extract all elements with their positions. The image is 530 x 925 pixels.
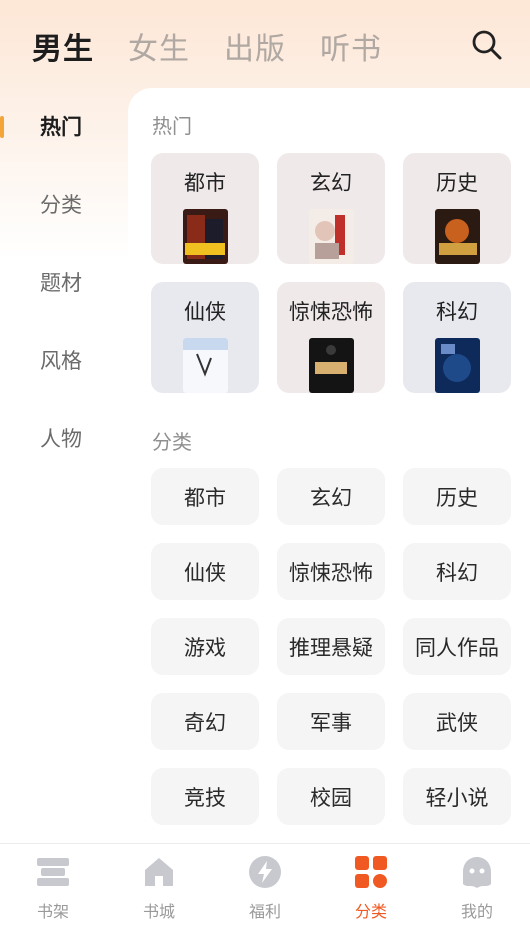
category-button-game[interactable]: 游戏 [151, 618, 259, 675]
hot-card-label: 科幻 [436, 300, 478, 324]
category-button-military[interactable]: 军事 [277, 693, 385, 750]
sidebar-item-label: 题材 [40, 271, 82, 295]
nav-label: 分类 [354, 902, 387, 921]
hot-card-history[interactable]: 历史 [403, 153, 511, 264]
nav-bookstore[interactable]: 书城 [106, 844, 212, 925]
nav-bookshelf[interactable]: 书架 [0, 844, 106, 925]
hot-card-xianxia[interactable]: 仙侠 [151, 282, 259, 393]
section-title-hot: 热门 [152, 114, 192, 138]
category-button-magic[interactable]: 奇幻 [151, 693, 259, 750]
book-cover-image [183, 209, 228, 264]
top-tab-bar: 男生 女生 出版 听书 [0, 0, 530, 90]
hot-card-label: 历史 [436, 171, 478, 195]
hot-card-scifi[interactable]: 科幻 [403, 282, 511, 393]
category-button-horror[interactable]: 惊悚恐怖 [277, 543, 385, 600]
sidebar-item-label: 分类 [40, 193, 82, 217]
sidebar-active-indicator [0, 116, 4, 138]
nav-category[interactable]: 分类 [318, 844, 424, 925]
lightning-icon [249, 856, 281, 888]
profile-icon [463, 857, 491, 888]
category-button-scifi[interactable]: 科幻 [403, 543, 511, 600]
sidebar-item-theme[interactable]: 题材 [0, 252, 128, 312]
tab-male[interactable]: 男生 [32, 24, 94, 68]
section-title-category: 分类 [152, 430, 192, 454]
book-cover-image [309, 209, 354, 264]
category-button-xianxia[interactable]: 仙侠 [151, 543, 259, 600]
hot-card-urban[interactable]: 都市 [151, 153, 259, 264]
hot-card-horror[interactable]: 惊悚恐怖 [277, 282, 385, 393]
hot-card-label: 惊悚恐怖 [289, 300, 373, 324]
nav-label: 书架 [36, 902, 69, 921]
tab-publish[interactable]: 出版 [224, 24, 286, 68]
book-cover-image [435, 209, 480, 264]
sidebar-item-style[interactable]: 风格 [0, 330, 128, 390]
nav-benefits[interactable]: 福利 [212, 844, 318, 925]
category-button-campus[interactable]: 校园 [277, 768, 385, 825]
book-cover-image [183, 338, 228, 393]
tab-audiobook[interactable]: 听书 [320, 24, 382, 68]
book-cover-image [309, 338, 354, 393]
sidebar: 热门 分类 题材 风格 人物 [0, 88, 128, 843]
nav-label: 书城 [142, 902, 175, 921]
category-button-light-novel[interactable]: 轻小说 [403, 768, 511, 825]
category-content: 热门 都市 玄幻 历史 仙侠 惊悚恐怖 科幻 分类 都市 玄幻 历史 仙侠 惊悚… [128, 88, 530, 843]
bottom-nav: 书架 书城 福利 分类 我的 [0, 843, 530, 925]
sidebar-item-label: 热门 [40, 115, 82, 139]
hot-card-fantasy[interactable]: 玄幻 [277, 153, 385, 264]
tab-female[interactable]: 女生 [128, 24, 190, 68]
category-button-history[interactable]: 历史 [403, 468, 511, 525]
nav-label: 我的 [460, 902, 493, 921]
grid-icon [355, 856, 387, 888]
bookshelf-icon [37, 858, 69, 886]
sidebar-item-category[interactable]: 分类 [0, 174, 128, 234]
category-button-fantasy[interactable]: 玄幻 [277, 468, 385, 525]
home-icon [145, 858, 173, 886]
nav-label: 福利 [248, 902, 281, 921]
hot-card-label: 仙侠 [184, 300, 226, 324]
category-button-sports[interactable]: 竞技 [151, 768, 259, 825]
sidebar-item-character[interactable]: 人物 [0, 408, 128, 468]
search-icon[interactable] [470, 28, 504, 62]
hot-card-label: 都市 [184, 171, 226, 195]
sidebar-item-label: 人物 [40, 427, 82, 451]
nav-profile[interactable]: 我的 [424, 844, 530, 925]
category-button-wuxia[interactable]: 武侠 [403, 693, 511, 750]
book-cover-image [435, 338, 480, 393]
category-button-fanfic[interactable]: 同人作品 [403, 618, 511, 675]
hot-card-label: 玄幻 [310, 171, 352, 195]
sidebar-item-hot[interactable]: 热门 [0, 96, 128, 156]
category-button-mystery[interactable]: 推理悬疑 [277, 618, 385, 675]
sidebar-item-label: 风格 [40, 349, 82, 373]
category-button-urban[interactable]: 都市 [151, 468, 259, 525]
